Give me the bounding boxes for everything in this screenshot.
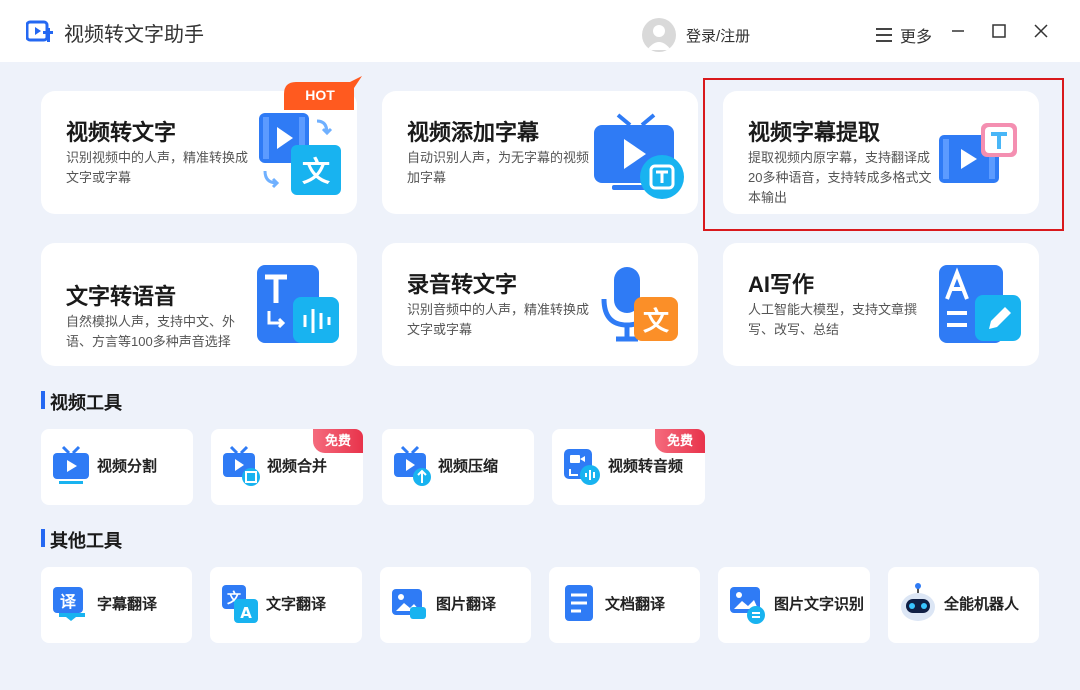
subtitle-translate-icon: 译 xyxy=(53,587,85,621)
minimize-icon[interactable] xyxy=(949,22,967,40)
more-menu-label: 更多 xyxy=(900,29,933,46)
hot-badge: HOT xyxy=(284,76,362,110)
tool-image-ocr[interactable]: 图片文字识别 xyxy=(718,567,870,643)
tool-video-merge[interactable]: 视频合并 免费 xyxy=(211,429,363,505)
card-desc: 自动识别人声，为无字幕的视频加字幕 xyxy=(407,150,590,185)
card-text-to-speech[interactable]: 文字转语音 自然模拟人声，支持中文、外语、方言等100多种声音选择 xyxy=(41,243,357,366)
card-desc: 人工智能大模型，支持文章撰写、改写、总结 xyxy=(748,302,918,337)
card-title: 视频转文字 xyxy=(66,120,177,145)
free-badge: 免费 xyxy=(655,429,705,453)
tool-label: 文字翻译 xyxy=(266,596,327,613)
tool-video-split[interactable]: 视频分割 xyxy=(41,429,193,505)
robot-icon xyxy=(901,583,935,621)
card-title: AI写作 xyxy=(748,272,815,297)
video-split-icon xyxy=(53,445,89,484)
tool-label: 图片文字识别 xyxy=(774,596,865,613)
card-title: 文字转语音 xyxy=(66,284,177,309)
tool-robot[interactable]: 全能机器人 xyxy=(888,567,1039,643)
tool-video-to-audio[interactable]: 视频转音频 免费 xyxy=(552,429,705,505)
svg-text:文: 文 xyxy=(302,155,330,188)
image-translate-icon xyxy=(392,589,426,619)
tool-label: 视频压缩 xyxy=(438,458,499,475)
text-translate-icon: 文 A xyxy=(222,585,258,623)
more-menu-button[interactable]: 更多 xyxy=(876,24,932,46)
card-ai-writing[interactable]: AI写作 人工智能大模型，支持文章撰写、改写、总结 xyxy=(723,243,1039,366)
login-link[interactable]: 登录/注册 xyxy=(686,25,750,46)
hot-badge-label: HOT xyxy=(305,87,335,103)
title-bar: 视频转文字助手 登录/注册 更多 xyxy=(0,0,1080,62)
subtitle-extract-icon xyxy=(939,123,1017,183)
free-badge: 免费 xyxy=(313,429,363,453)
app-title: 视频转文字助手 xyxy=(64,24,204,46)
hamburger-icon xyxy=(876,28,892,42)
tv-subtitle-icon xyxy=(594,113,684,199)
tool-label: 图片翻译 xyxy=(436,596,497,613)
ai-writing-icon xyxy=(939,265,1021,343)
document-translate-icon xyxy=(565,585,593,621)
video-compress-icon xyxy=(394,445,431,486)
maximize-icon[interactable] xyxy=(990,22,1008,40)
card-title: 录音转文字 xyxy=(407,272,518,297)
card-subtitle-extract[interactable]: 视频字幕提取 提取视频内原字幕，支持翻译成20多种语音，支持转成多格式文本输出 xyxy=(723,91,1039,214)
section-title-other-tools: 其他工具 xyxy=(41,527,122,553)
card-add-subtitles[interactable]: 视频添加字幕 自动识别人声，为无字幕的视频加字幕 xyxy=(382,91,698,214)
tool-label: 字幕翻译 xyxy=(97,596,158,613)
image-ocr-icon xyxy=(730,587,765,624)
card-desc: 提取视频内原字幕，支持翻译成20多种语音，支持转成多格式文本输出 xyxy=(748,150,932,205)
tool-label: 视频分割 xyxy=(97,458,158,475)
tool-image-translate[interactable]: 图片翻译 xyxy=(380,567,531,643)
user-icon xyxy=(647,25,671,50)
tool-label: 文档翻译 xyxy=(605,596,666,613)
text-to-speech-icon xyxy=(257,265,339,343)
close-icon[interactable] xyxy=(1032,22,1050,40)
card-title: 视频字幕提取 xyxy=(748,120,881,145)
card-desc: 识别视频中的人声，精准转换成文字或字幕 xyxy=(66,150,249,185)
tool-document-translate[interactable]: 文档翻译 xyxy=(549,567,700,643)
card-title: 视频添加字幕 xyxy=(407,120,540,145)
svg-text:A: A xyxy=(240,604,252,622)
video-to-text-icon: 文 xyxy=(259,113,341,195)
microphone-text-icon: 文 xyxy=(601,267,678,342)
avatar[interactable] xyxy=(642,18,676,52)
video-merge-icon xyxy=(223,445,260,486)
tool-subtitle-translate[interactable]: 译 字幕翻译 xyxy=(41,567,192,643)
svg-text:文: 文 xyxy=(643,306,670,337)
tool-video-compress[interactable]: 视频压缩 xyxy=(382,429,534,505)
card-audio-to-text[interactable]: 录音转文字 识别音频中的人声，精准转换成文字或字幕 文 xyxy=(382,243,698,366)
app-logo-icon xyxy=(26,20,53,42)
card-desc: 自然模拟人声，支持中文、外语、方言等100多种声音选择 xyxy=(66,314,236,349)
tool-label: 全能机器人 xyxy=(944,596,1020,613)
section-title-video-tools: 视频工具 xyxy=(41,389,122,415)
tool-text-translate[interactable]: 文 A 文字翻译 xyxy=(210,567,362,643)
card-desc: 识别音频中的人声，精准转换成文字或字幕 xyxy=(407,302,590,337)
video-to-audio-icon xyxy=(564,449,600,485)
svg-text:译: 译 xyxy=(60,592,77,611)
